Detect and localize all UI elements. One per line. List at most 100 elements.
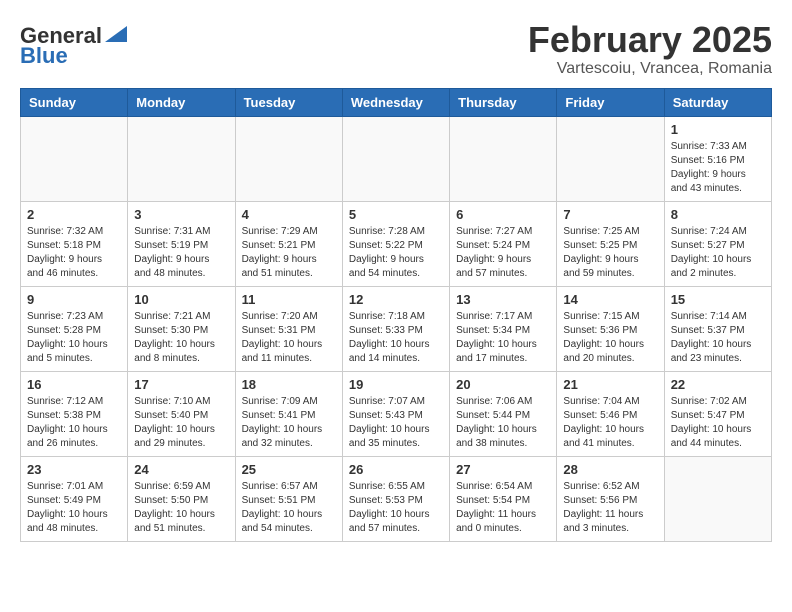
calendar-week-4: 16 Sunrise: 7:12 AMSunset: 5:38 PMDayligh… xyxy=(21,371,772,456)
day-number: 13 xyxy=(456,292,550,307)
day-info: Sunrise: 7:24 AMSunset: 5:27 PMDaylight:… xyxy=(671,225,765,281)
day-info: Sunrise: 6:59 AMSunset: 5:50 PMDaylight:… xyxy=(134,480,228,536)
day-info: Sunrise: 6:54 AMSunset: 5:54 PMDaylight:… xyxy=(456,480,550,536)
day-info: Sunrise: 7:31 AMSunset: 5:19 PMDaylight:… xyxy=(134,225,228,281)
calendar-day: 3 Sunrise: 7:31 AMSunset: 5:19 PMDaylight… xyxy=(128,201,235,286)
calendar-day: 6Sunrise: 7:27 AMSunset: 5:24 PMDaylight… xyxy=(450,201,557,286)
day-number: 16 xyxy=(27,377,121,392)
calendar-day: 5 Sunrise: 7:28 AMSunset: 5:22 PMDaylight… xyxy=(342,201,449,286)
day-info: Sunrise: 7:07 AMSunset: 5:43 PMDaylight:… xyxy=(349,395,443,451)
day-number: 3 xyxy=(134,207,228,222)
calendar-day: 27 Sunrise: 6:54 AMSunset: 5:54 PMDayligh… xyxy=(450,456,557,541)
calendar-week-1: 1 Sunrise: 7:33 AMSunset: 5:16 PMDaylight… xyxy=(21,116,772,201)
calendar-day: 2 Sunrise: 7:32 AMSunset: 5:18 PMDaylight… xyxy=(21,201,128,286)
day-info: Sunrise: 7:23 AMSunset: 5:28 PMDaylight:… xyxy=(27,310,121,366)
calendar-day: 9 Sunrise: 7:23 AMSunset: 5:28 PMDaylight… xyxy=(21,286,128,371)
day-number: 12 xyxy=(349,292,443,307)
day-number: 8 xyxy=(671,207,765,222)
calendar-day: 21Sunrise: 7:04 AMSunset: 5:46 PMDayligh… xyxy=(557,371,664,456)
calendar-day: 4 Sunrise: 7:29 AMSunset: 5:21 PMDaylight… xyxy=(235,201,342,286)
weekday-header-wednesday: Wednesday xyxy=(342,88,449,116)
calendar-day xyxy=(342,116,449,201)
calendar-week-3: 9 Sunrise: 7:23 AMSunset: 5:28 PMDaylight… xyxy=(21,286,772,371)
day-info: Sunrise: 6:55 AMSunset: 5:53 PMDaylight:… xyxy=(349,480,443,536)
day-number: 19 xyxy=(349,377,443,392)
day-info: Sunrise: 7:15 AMSunset: 5:36 PMDaylight:… xyxy=(563,310,657,366)
calendar-day: 28 Sunrise: 6:52 AMSunset: 5:56 PMDayligh… xyxy=(557,456,664,541)
day-info: Sunrise: 7:20 AMSunset: 5:31 PMDaylight:… xyxy=(242,310,336,366)
calendar-day: 12 Sunrise: 7:18 AMSunset: 5:33 PMDayligh… xyxy=(342,286,449,371)
calendar-day: 17 Sunrise: 7:10 AMSunset: 5:40 PMDayligh… xyxy=(128,371,235,456)
calendar-day: 13 Sunrise: 7:17 AMSunset: 5:34 PMDayligh… xyxy=(450,286,557,371)
day-number: 5 xyxy=(349,207,443,222)
day-number: 11 xyxy=(242,292,336,307)
calendar-day xyxy=(450,116,557,201)
calendar-day: 23Sunrise: 7:01 AMSunset: 5:49 PMDayligh… xyxy=(21,456,128,541)
day-number: 18 xyxy=(242,377,336,392)
calendar-day: 26 Sunrise: 6:55 AMSunset: 5:53 PMDayligh… xyxy=(342,456,449,541)
day-info: Sunrise: 7:32 AMSunset: 5:18 PMDaylight:… xyxy=(27,225,121,281)
day-number: 7 xyxy=(563,207,657,222)
calendar-day xyxy=(21,116,128,201)
day-info: Sunrise: 7:17 AMSunset: 5:34 PMDaylight:… xyxy=(456,310,550,366)
weekday-header-monday: Monday xyxy=(128,88,235,116)
day-number: 24 xyxy=(134,462,228,477)
day-number: 4 xyxy=(242,207,336,222)
logo: General Blue xyxy=(20,20,127,67)
weekday-header-friday: Friday xyxy=(557,88,664,116)
day-info: Sunrise: 6:57 AMSunset: 5:51 PMDaylight:… xyxy=(242,480,336,536)
weekday-header-tuesday: Tuesday xyxy=(235,88,342,116)
calendar-day: 7 Sunrise: 7:25 AMSunset: 5:25 PMDaylight… xyxy=(557,201,664,286)
month-title: February 2025 xyxy=(528,20,772,60)
day-info: Sunrise: 7:28 AMSunset: 5:22 PMDaylight:… xyxy=(349,225,443,281)
calendar-day xyxy=(235,116,342,201)
day-number: 6 xyxy=(456,207,550,222)
day-number: 27 xyxy=(456,462,550,477)
title-area: February 2025 Vartescoiu, Vrancea, Roman… xyxy=(528,20,772,78)
day-number: 20 xyxy=(456,377,550,392)
day-info: Sunrise: 7:33 AMSunset: 5:16 PMDaylight:… xyxy=(671,140,765,196)
day-info: Sunrise: 7:18 AMSunset: 5:33 PMDaylight:… xyxy=(349,310,443,366)
calendar-day xyxy=(128,116,235,201)
calendar-day: 19 Sunrise: 7:07 AMSunset: 5:43 PMDayligh… xyxy=(342,371,449,456)
day-number: 17 xyxy=(134,377,228,392)
calendar-week-5: 23Sunrise: 7:01 AMSunset: 5:49 PMDayligh… xyxy=(21,456,772,541)
day-number: 14 xyxy=(563,292,657,307)
calendar-day: 20 Sunrise: 7:06 AMSunset: 5:44 PMDayligh… xyxy=(450,371,557,456)
day-number: 25 xyxy=(242,462,336,477)
logo-blue: Blue xyxy=(20,45,68,67)
calendar-day: 1 Sunrise: 7:33 AMSunset: 5:16 PMDaylight… xyxy=(664,116,771,201)
day-number: 2 xyxy=(27,207,121,222)
calendar-day: 24 Sunrise: 6:59 AMSunset: 5:50 PMDayligh… xyxy=(128,456,235,541)
calendar-day: 11 Sunrise: 7:20 AMSunset: 5:31 PMDayligh… xyxy=(235,286,342,371)
day-number: 15 xyxy=(671,292,765,307)
day-info: Sunrise: 7:29 AMSunset: 5:21 PMDaylight:… xyxy=(242,225,336,281)
calendar-day xyxy=(664,456,771,541)
day-number: 9 xyxy=(27,292,121,307)
day-info: Sunrise: 7:01 AMSunset: 5:49 PMDaylight:… xyxy=(27,480,121,536)
calendar: SundayMondayTuesdayWednesdayThursdayFrid… xyxy=(20,88,772,542)
calendar-day: 16 Sunrise: 7:12 AMSunset: 5:38 PMDayligh… xyxy=(21,371,128,456)
day-number: 28 xyxy=(563,462,657,477)
calendar-day: 22 Sunrise: 7:02 AMSunset: 5:47 PMDayligh… xyxy=(664,371,771,456)
day-info: Sunrise: 7:12 AMSunset: 5:38 PMDaylight:… xyxy=(27,395,121,451)
day-info: Sunrise: 7:25 AMSunset: 5:25 PMDaylight:… xyxy=(563,225,657,281)
logo-icon xyxy=(105,26,127,42)
weekday-header-saturday: Saturday xyxy=(664,88,771,116)
day-number: 1 xyxy=(671,122,765,137)
weekday-header-sunday: Sunday xyxy=(21,88,128,116)
calendar-header-row: SundayMondayTuesdayWednesdayThursdayFrid… xyxy=(21,88,772,116)
day-number: 26 xyxy=(349,462,443,477)
day-info: Sunrise: 7:21 AMSunset: 5:30 PMDaylight:… xyxy=(134,310,228,366)
location: Vartescoiu, Vrancea, Romania xyxy=(528,60,772,78)
day-info: Sunrise: 7:06 AMSunset: 5:44 PMDaylight:… xyxy=(456,395,550,451)
day-info: Sunrise: 7:14 AMSunset: 5:37 PMDaylight:… xyxy=(671,310,765,366)
day-number: 21 xyxy=(563,377,657,392)
day-info: Sunrise: 7:10 AMSunset: 5:40 PMDaylight:… xyxy=(134,395,228,451)
day-info: Sunrise: 7:02 AMSunset: 5:47 PMDaylight:… xyxy=(671,395,765,451)
calendar-day: 25 Sunrise: 6:57 AMSunset: 5:51 PMDayligh… xyxy=(235,456,342,541)
calendar-week-2: 2 Sunrise: 7:32 AMSunset: 5:18 PMDaylight… xyxy=(21,201,772,286)
day-info: Sunrise: 6:52 AMSunset: 5:56 PMDaylight:… xyxy=(563,480,657,536)
weekday-header-thursday: Thursday xyxy=(450,88,557,116)
day-number: 22 xyxy=(671,377,765,392)
